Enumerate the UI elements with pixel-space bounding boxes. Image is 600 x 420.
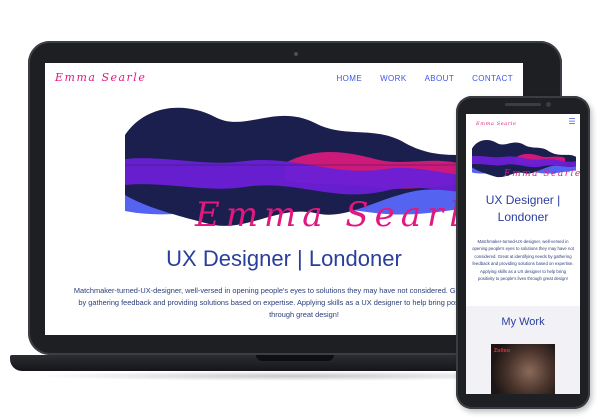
work-card-thumbnail[interactable]: Zolloo [491,344,555,394]
hamburger-icon[interactable]: ☰ [568,118,576,126]
laptop-notch [256,355,334,361]
my-work-section: My Work Zolloo [466,306,580,394]
mobile-intro-paragraph: Matchmaker-turned-UX-designer, well-vers… [472,239,574,282]
nav-home[interactable]: HOME [336,74,362,83]
phone-speaker [505,103,541,106]
nav-about[interactable]: ABOUT [425,74,455,83]
page-headline: UX Designer | Londoner [166,246,402,271]
phone-mockup: Emma Searle ☰ Emma Searle UX Designer | … [456,96,590,409]
intro-paragraph: Matchmaker-turned-UX-designer, well-vers… [73,286,523,319]
phone-screen: Emma Searle ☰ Emma Searle UX Designer | … [466,114,580,394]
laptop-screen: Emma Searle HOME WORK ABOUT CONTACT Emma… [45,63,523,335]
mobile-signature-script: Emma Searle [504,169,580,179]
my-work-heading: My Work [501,316,545,328]
mobile-page-headline: UX Designer | Londoner [485,193,561,224]
phone-camera [546,102,551,107]
laptop-camera [294,52,298,56]
signature-script: Emma Searle [195,195,493,235]
site-logo[interactable]: Emma Searle [55,71,146,84]
site-nav: HOME WORK ABOUT CONTACT [336,74,513,83]
nav-work[interactable]: WORK [380,74,407,83]
mobile-site-logo[interactable]: Emma Searle [476,121,517,127]
work-card-label: Zolloo [494,348,511,354]
nav-contact[interactable]: CONTACT [472,74,513,83]
